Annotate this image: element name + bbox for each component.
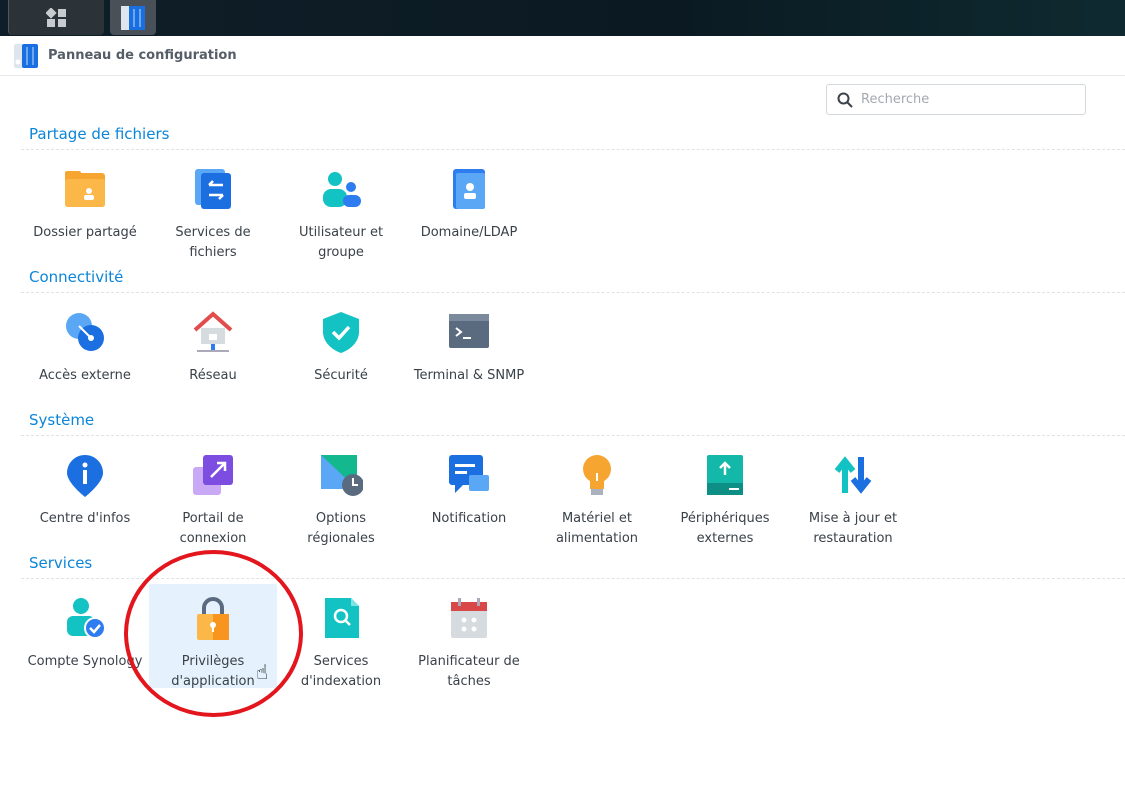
tile-login-portal[interactable]: Portail de connexion <box>149 441 277 546</box>
tile-network[interactable]: Réseau <box>149 298 277 402</box>
search-box[interactable] <box>826 84 1086 115</box>
tile-label-line2: alimentation <box>555 531 639 546</box>
control-panel-icon <box>121 5 145 30</box>
tile-label: Planificateur de <box>418 654 520 669</box>
external-access-icon <box>66 313 104 351</box>
tile-label-line2: connexion <box>179 531 247 546</box>
application-privileges-icon <box>197 597 229 640</box>
window-titlebar: Panneau de configuration <box>0 36 1125 76</box>
user-group-icon <box>323 172 361 207</box>
tile-label: Options <box>315 511 367 526</box>
tile-label: Terminal & SNMP <box>413 368 525 383</box>
window-title: Panneau de configuration <box>48 48 237 63</box>
tile-label-line2: tâches <box>447 674 491 689</box>
task-scheduler-icon <box>451 598 487 638</box>
info-center-icon <box>67 455 103 497</box>
tile-label: Domaine/LDAP <box>420 225 518 240</box>
regional-options-icon <box>321 455 364 496</box>
tile-terminal[interactable]: Terminal & SNMP <box>405 298 533 402</box>
section-partage-de-fichiers: Partage de fichiers Dossier partagé Serv… <box>21 123 1125 270</box>
tile-info-center[interactable]: Centre d'infos <box>21 441 149 545</box>
tile-label: Accès externe <box>39 368 131 383</box>
tile-label-line2: régionales <box>307 531 375 546</box>
update-restore-icon <box>834 456 872 494</box>
tile-label: Compte Synology <box>27 654 143 669</box>
taskbar-control-panel-button[interactable] <box>110 0 156 35</box>
section-title: Connectivité <box>29 268 124 286</box>
tile-label: Dossier partagé <box>33 225 137 240</box>
tile-label: Services <box>313 654 369 669</box>
security-shield-icon <box>323 312 359 353</box>
search-icon <box>837 92 853 108</box>
tile-synology-account[interactable]: Compte Synology <box>21 584 149 688</box>
tile-external-devices[interactable]: Périphériques externes <box>661 441 789 546</box>
section-title: Services <box>29 554 93 572</box>
taskbar <box>0 0 1125 36</box>
tile-label: Matériel et <box>561 511 633 526</box>
tile-label: Portail de <box>182 511 244 526</box>
notification-icon <box>449 455 489 493</box>
shared-folder-icon <box>65 171 105 207</box>
tile-hardware-power[interactable]: Matériel et alimentation <box>533 441 661 546</box>
tile-label: Mise à jour et <box>808 511 898 526</box>
domain-ldap-icon <box>453 169 485 209</box>
hardware-power-icon <box>583 455 611 495</box>
section-syst-me: Système Centre d'infos Portail de connexi… <box>21 409 1125 556</box>
file-services-icon <box>195 169 231 209</box>
network-icon <box>193 311 233 352</box>
tile-label-line2: groupe <box>318 245 364 260</box>
tile-label: Centre d'infos <box>39 511 131 526</box>
tile-label: Réseau <box>189 368 237 383</box>
tile-notification[interactable]: Notification <box>405 441 533 545</box>
section-connectivit-: Connectivité Accès externe Réseau Sécuri… <box>21 266 1125 413</box>
login-portal-icon <box>193 455 233 495</box>
control-panel-icon <box>14 43 38 68</box>
section-services: Services Compte Synology Privilèges d'app… <box>21 552 1125 699</box>
tile-label-line2: d'indexation <box>300 674 382 689</box>
tile-label: Utilisateur et <box>298 225 384 240</box>
search-input[interactable] <box>861 92 1061 107</box>
tile-label-line2: fichiers <box>189 245 237 260</box>
apps-grid-icon <box>45 7 66 27</box>
terminal-icon <box>449 314 489 348</box>
tile-label-line2: externes <box>696 531 754 546</box>
tile-regional-options[interactable]: Options régionales <box>277 441 405 546</box>
tile-label: Services de <box>175 225 251 240</box>
tile-indexing-service[interactable]: Services d'indexation <box>277 584 405 689</box>
section-title: Système <box>29 411 95 429</box>
tile-label: Périphériques <box>680 511 770 526</box>
tile-user-group[interactable]: Utilisateur et groupe <box>277 155 405 260</box>
tile-label: Sécurité <box>314 368 368 383</box>
external-devices-icon <box>707 455 743 495</box>
indexing-service-icon <box>325 598 359 638</box>
tile-security-shield[interactable]: Sécurité <box>277 298 405 402</box>
tile-label: Notification <box>431 511 507 526</box>
tile-shared-folder[interactable]: Dossier partagé <box>21 155 149 259</box>
tile-label-line2: restauration <box>813 531 893 546</box>
section-title: Partage de fichiers <box>29 125 170 143</box>
main-menu-button[interactable] <box>8 0 104 35</box>
tile-file-services[interactable]: Services de fichiers <box>149 155 277 260</box>
synology-account-icon <box>67 598 106 639</box>
tile-domain-ldap[interactable]: Domaine/LDAP <box>405 155 533 259</box>
tile-external-access[interactable]: Accès externe <box>21 298 149 402</box>
hand-cursor-icon: ☝ <box>256 660 269 684</box>
tile-update-restore[interactable]: Mise à jour et restauration <box>789 441 917 546</box>
tile-task-scheduler[interactable]: Planificateur de tâches <box>405 584 533 689</box>
